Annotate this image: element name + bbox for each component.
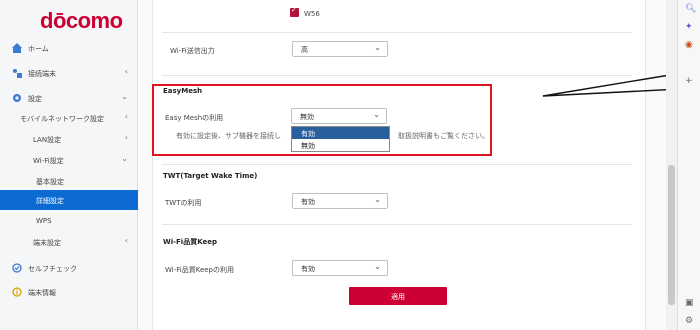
- main-content: [138, 0, 666, 330]
- sidebar-item-label: ホーム: [28, 45, 49, 53]
- sidebar-item-mobile-network[interactable]: モバイルネットワーク設定 ‹: [0, 108, 138, 128]
- divider: [162, 164, 632, 165]
- divider: [162, 224, 632, 225]
- check-icon: ✓: [291, 6, 297, 14]
- chevron-left-icon: ‹: [124, 236, 128, 245]
- chevron-down-icon: ⌄: [374, 43, 381, 52]
- keep-label: Wi-Fi品質Keepの利用: [165, 266, 234, 274]
- sidebar-item-settings[interactable]: 設定 ⌄: [0, 88, 138, 108]
- w56-checkbox[interactable]: ✓: [290, 6, 299, 17]
- sidebar-item-device-info[interactable]: 端末情報: [0, 282, 138, 302]
- window-icon[interactable]: ▣: [685, 298, 694, 308]
- sparkle-icon[interactable]: ✦: [685, 22, 693, 32]
- docomo-logo: dōcomo: [40, 8, 123, 33]
- sidebar-item-devices[interactable]: 接続端末 ‹: [0, 63, 138, 83]
- gear-icon: [13, 94, 21, 102]
- select-value: 有効: [301, 198, 315, 206]
- sidebar-item-wifi[interactable]: Wi-Fi設定 ⌄: [0, 150, 138, 170]
- wifi-power-label: Wi-Fi送信出力: [170, 47, 215, 55]
- browser-side-strip: 🔍︎ ✦ ◉ + ▣ ⚙: [677, 0, 700, 330]
- settings-panel: [152, 0, 646, 330]
- info-icon: [12, 287, 22, 297]
- sidebar-item-label: モバイルネットワーク設定: [20, 115, 104, 123]
- sidebar: dōcomo ホーム 接続端末 ‹ 設定 ⌄ モバイルネットワーク設定 ‹ LA…: [0, 0, 138, 330]
- sidebar-item-wps[interactable]: WPS: [0, 211, 138, 231]
- apply-button[interactable]: 適用: [349, 287, 447, 305]
- sidebar-item-selfcheck[interactable]: セルフチェック: [0, 258, 138, 278]
- sidebar-item-device-settings[interactable]: 端末設定 ‹: [0, 232, 138, 252]
- sidebar-item-label: 接続端末: [28, 70, 56, 78]
- chevron-left-icon: ‹: [124, 133, 128, 142]
- sidebar-item-label: 端末設定: [33, 239, 61, 247]
- select-value: 有効: [301, 265, 315, 273]
- chevron-down-icon: ⌄: [374, 195, 381, 204]
- twt-label: TWTの利用: [165, 199, 202, 207]
- chevron-down-icon: ⌄: [121, 154, 128, 163]
- keep-select[interactable]: 有効 ⌄: [292, 260, 388, 276]
- scrollbar[interactable]: [666, 0, 677, 330]
- w56-label: W56: [304, 10, 320, 18]
- sidebar-item-label: セルフチェック: [28, 265, 77, 273]
- sidebar-item-label: WPS: [36, 217, 52, 225]
- selfcheck-icon: [12, 263, 22, 273]
- sidebar-item-label: 設定: [28, 95, 42, 103]
- chevron-left-icon: ‹: [124, 67, 128, 76]
- home-icon: [12, 43, 22, 53]
- scrollbar-thumb[interactable]: [668, 165, 675, 305]
- gear-icon[interactable]: ⚙: [685, 316, 693, 326]
- office-icon[interactable]: ◉: [685, 40, 693, 50]
- twt-select[interactable]: 有効 ⌄: [292, 193, 388, 209]
- plus-icon[interactable]: +: [685, 76, 693, 86]
- divider: [162, 75, 632, 76]
- search-icon[interactable]: 🔍︎: [685, 4, 696, 14]
- sidebar-item-label: Wi-Fi設定: [33, 157, 64, 165]
- divider: [162, 32, 632, 33]
- sidebar-item-label: 端末情報: [28, 289, 56, 297]
- sidebar-item-label: LAN設定: [33, 136, 62, 144]
- wifi-power-select[interactable]: 高 ⌄: [292, 41, 388, 57]
- sidebar-item-home[interactable]: ホーム: [0, 38, 138, 58]
- sidebar-item-basic[interactable]: 基本設定: [0, 171, 138, 191]
- keep-section-title: Wi-Fi品質Keep: [163, 238, 218, 246]
- twt-section-title: TWT(Target Wake Time): [163, 172, 258, 180]
- chevron-down-icon: ⌄: [374, 262, 381, 271]
- select-value: 高: [301, 46, 308, 54]
- sidebar-item-lan[interactable]: LAN設定 ‹: [0, 129, 138, 149]
- sidebar-item-advanced[interactable]: 詳細設定: [0, 190, 138, 210]
- devices-icon: [13, 69, 22, 78]
- highlight-box: [152, 84, 492, 156]
- sidebar-item-label: 詳細設定: [36, 197, 64, 205]
- sidebar-item-label: 基本設定: [36, 178, 64, 186]
- chevron-left-icon: ‹: [124, 112, 128, 121]
- chevron-down-icon: ⌄: [121, 92, 128, 101]
